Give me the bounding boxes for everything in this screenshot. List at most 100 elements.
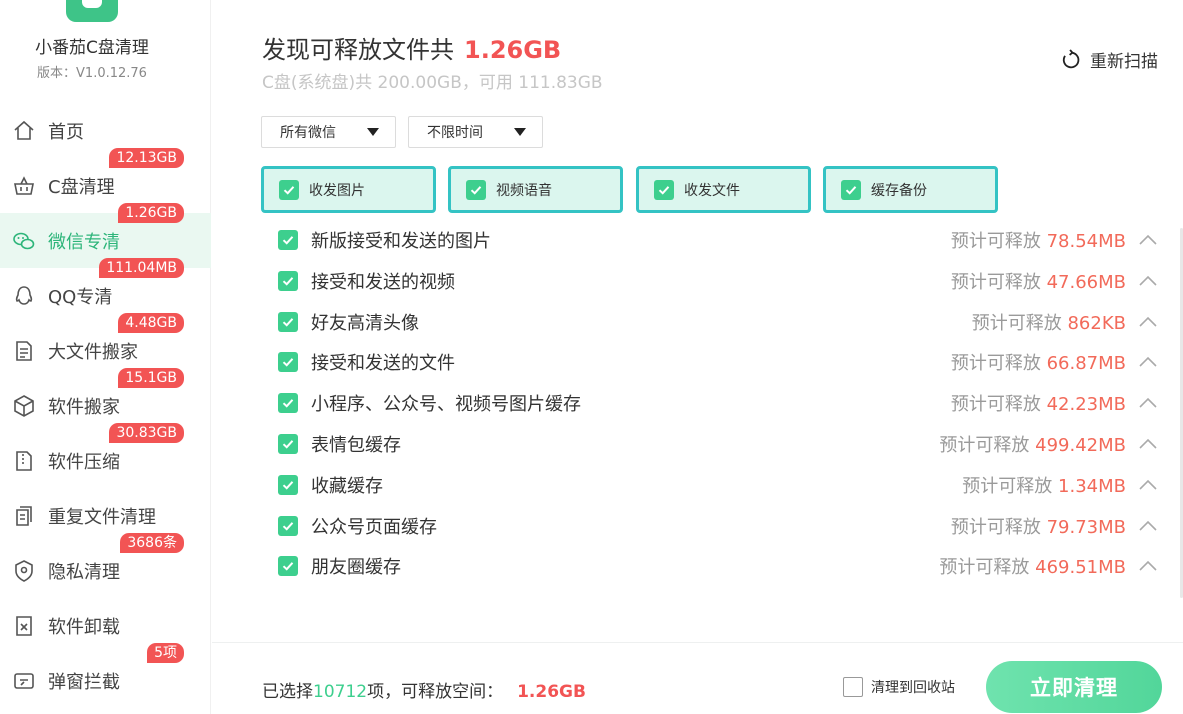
item-size-prefix: 预计可释放 <box>939 435 1030 456</box>
category-label: 收发图片 <box>309 182 365 199</box>
list-item: 表情包缓存 预计可释放 499.42MB <box>278 424 1168 464</box>
total-size: 1.26GB <box>464 36 562 64</box>
item-checkbox[interactable] <box>278 515 298 536</box>
wechat-select-value: 所有微信 <box>280 125 336 141</box>
category-tab[interactable]: 缓存备份 <box>823 166 998 213</box>
chevron-up-icon[interactable] <box>1138 355 1158 369</box>
item-size: 预计可释放 469.51MB <box>939 553 1126 579</box>
item-size-amount: 42.23MB <box>1046 394 1126 416</box>
item-label: 收藏缓存 <box>311 475 383 497</box>
category-checkbox[interactable] <box>841 179 861 200</box>
sidebar-item-label: 弹窗拦截 <box>48 671 120 693</box>
count-badge: 15.1GB <box>118 368 184 388</box>
app-logo <box>66 0 118 22</box>
title-text: 发现可释放文件共 <box>262 36 454 64</box>
item-size-prefix: 预计可释放 <box>962 475 1053 497</box>
item-size-prefix: 预计可释放 <box>950 516 1041 538</box>
selection-prefix: 已选择 <box>262 682 313 702</box>
item-size: 预计可释放 42.23MB <box>951 390 1126 416</box>
list-item: 接受和发送的视频 预计可释放 47.66MB <box>278 261 1168 301</box>
privacy-icon <box>11 558 37 584</box>
selection-size: 1.26GB <box>517 682 586 702</box>
category-tab[interactable]: 视频语音 <box>448 166 623 213</box>
category-checkbox[interactable] <box>654 179 674 200</box>
caret-down-icon <box>514 128 526 136</box>
selection-count: 10712 <box>313 682 368 702</box>
sidebar-item-label: 重复文件清理 <box>48 506 156 528</box>
chevron-up-icon[interactable] <box>1138 478 1158 492</box>
category-tab[interactable]: 收发文件 <box>636 166 811 213</box>
app-name: 小番茄C盘清理 <box>35 38 149 58</box>
item-checkbox[interactable] <box>278 352 298 373</box>
recycle-bin-option[interactable]: 清理到回收站 <box>843 677 955 697</box>
item-label: 表情包缓存 <box>311 435 401 456</box>
item-checkbox[interactable] <box>278 434 298 454</box>
chevron-up-icon[interactable] <box>1138 559 1158 573</box>
item-checkbox[interactable] <box>278 270 298 291</box>
chevron-up-icon[interactable] <box>1138 274 1158 288</box>
sidebar-item-zip[interactable]: 软件压缩 30.83GB <box>0 423 211 488</box>
sidebar-item-label: 软件压缩 <box>48 451 120 473</box>
item-checkbox[interactable] <box>278 230 298 250</box>
page-title: 发现可释放文件共 1.26GB <box>262 30 561 65</box>
list-item: 好友高清头像 预计可释放 862KB <box>278 302 1168 342</box>
box-icon <box>11 393 37 419</box>
item-checkbox[interactable] <box>278 311 298 332</box>
item-label: 接受和发送的文件 <box>311 353 455 375</box>
sidebar-item-label: 首页 <box>48 121 84 143</box>
list-item: 公众号页面缓存 预计可释放 79.73MB <box>278 506 1168 546</box>
item-size-prefix: 预计可释放 <box>950 353 1041 375</box>
item-size-amount: 79.73MB <box>1046 516 1126 538</box>
sidebar-item-popup[interactable]: 弹窗拦截 5项 <box>0 643 211 708</box>
home-icon <box>11 118 37 144</box>
zip-icon <box>11 448 37 474</box>
category-checkbox[interactable] <box>279 179 299 200</box>
chevron-up-icon[interactable] <box>1138 519 1158 533</box>
time-select-value: 不限时间 <box>427 125 483 141</box>
sidebar-item-label: 软件搬家 <box>48 396 120 418</box>
list-item: 朋友圈缓存 预计可释放 469.51MB <box>278 546 1168 586</box>
time-range-select[interactable]: 不限时间 <box>408 116 543 148</box>
qq-icon <box>11 283 37 309</box>
category-tab[interactable]: 收发图片 <box>261 166 436 213</box>
item-size: 预计可释放 862KB <box>972 309 1126 335</box>
recycle-bin-checkbox[interactable] <box>843 677 863 697</box>
item-size: 预计可释放 78.54MB <box>951 227 1126 253</box>
item-size: 预计可释放 47.66MB <box>951 268 1126 294</box>
item-size-prefix: 预计可释放 <box>939 557 1030 579</box>
sidebar-item-label: QQ专清 <box>48 286 113 308</box>
rescan-button[interactable]: 重新扫描 <box>1060 47 1158 72</box>
list-item: 接受和发送的文件 预计可释放 66.87MB <box>278 342 1168 382</box>
clean-now-button[interactable]: 立即清理 <box>986 661 1162 713</box>
item-checkbox[interactable] <box>278 393 298 414</box>
item-size: 预计可释放 1.34MB <box>962 472 1126 498</box>
category-checkbox[interactable] <box>466 179 486 200</box>
item-size-prefix: 预计可释放 <box>950 271 1041 293</box>
item-label: 接受和发送的视频 <box>311 271 455 293</box>
main-panel: 发现可释放文件共 1.26GB C盘(系统盘)共 200.00GB，可用 111.… <box>212 0 1183 714</box>
rescan-label: 重新扫描 <box>1090 52 1158 72</box>
wechat-account-select[interactable]: 所有微信 <box>261 116 396 148</box>
item-size-amount: 499.42MB <box>1035 435 1126 456</box>
item-checkbox[interactable] <box>278 556 298 577</box>
chevron-up-icon[interactable] <box>1138 233 1158 247</box>
count-badge: 4.48GB <box>118 313 184 333</box>
count-badge: 111.04MB <box>99 258 184 278</box>
list-item: 小程序、公众号、视频号图片缓存 预计可释放 42.23MB <box>278 383 1168 423</box>
large-file-icon <box>11 338 37 364</box>
item-size-prefix: 预计可释放 <box>950 394 1041 416</box>
count-badge: 5项 <box>147 643 184 663</box>
sidebar-item-label: 微信专清 <box>48 231 120 253</box>
item-size-amount: 66.87MB <box>1046 353 1126 375</box>
sidebar-item-label: 隐私清理 <box>48 561 120 583</box>
chevron-up-icon[interactable] <box>1138 396 1158 410</box>
item-checkbox[interactable] <box>278 474 298 495</box>
item-size-amount: 1.34MB <box>1058 475 1126 497</box>
item-size: 预计可释放 79.73MB <box>951 513 1126 539</box>
chevron-up-icon[interactable] <box>1138 437 1158 451</box>
uninstall-icon <box>11 613 37 639</box>
item-label: 新版接受和发送的图片 <box>311 231 491 252</box>
footer-bar: 已选择10712项，可释放空间： 1.26GB 清理到回收站 立即清理 <box>212 642 1183 714</box>
chevron-up-icon[interactable] <box>1138 315 1158 329</box>
sidebar-item-privacy[interactable]: 隐私清理 3686条 <box>0 533 211 598</box>
